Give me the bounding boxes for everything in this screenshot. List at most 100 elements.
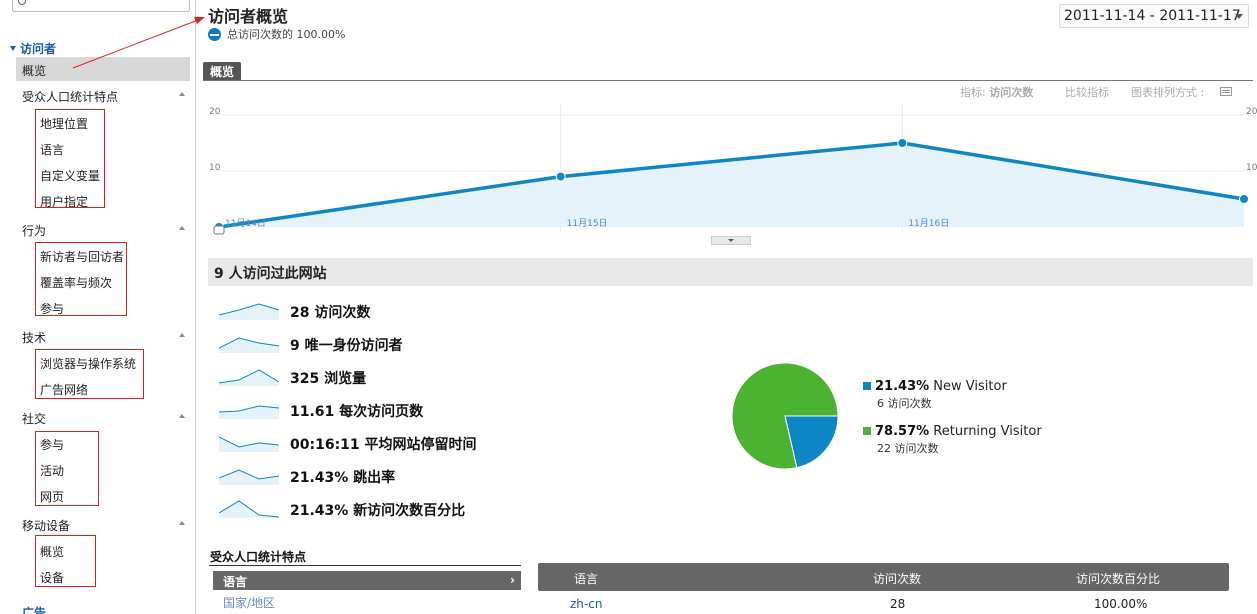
column-header-language[interactable]: 语言 (574, 570, 598, 587)
sidebar-group-demographics[interactable]: 受众人口统计特点 (22, 88, 118, 105)
sparkline (219, 436, 280, 452)
legend-swatch (863, 382, 871, 390)
metric-label: 浏览量 (319, 371, 367, 387)
metric-label: 访问次数 (309, 305, 371, 321)
sidebar-group-behavior[interactable]: 行为 (22, 222, 46, 239)
app-root: 访问者 概览 受众人口统计特点 地理位置 语言 自定义变量 用户指定 行为 新访… (0, 0, 1257, 614)
legend-returning-visitor: 78.57% Returning Visitor 22 访问次数 (863, 424, 1042, 456)
metric-value: 28 访问次数 (290, 302, 370, 322)
sparkline (219, 469, 280, 485)
chart-point[interactable] (897, 138, 908, 148)
chart-collapse-handle[interactable] (711, 236, 751, 245)
metric-value: 00:16:11 平均网站停留时间 (290, 434, 477, 454)
sidebar-item-activity[interactable]: 活动 (40, 462, 64, 479)
demographics-item-label: 语言 (223, 575, 248, 589)
metric-number: 21.43% (290, 470, 349, 486)
sidebar-item-social-engagement[interactable]: 参与 (40, 436, 64, 453)
sparkline (219, 405, 280, 419)
x-tick-label: 11月15日 (567, 218, 608, 229)
metric-value: 9 唯一身份访问者 (290, 335, 403, 355)
legend-pct: 78.57% (875, 424, 930, 439)
chevron-up-icon[interactable] (179, 90, 186, 97)
sidebar-item-new-vs-returning[interactable]: 新访者与回访者 (40, 248, 124, 265)
sidebar-item-browser-os[interactable]: 浏览器与操作系统 (40, 355, 136, 372)
sparkline (219, 303, 280, 320)
metric-value: 21.43% 新访问次数百分比 (290, 500, 465, 520)
chevron-right-icon: › (510, 573, 515, 587)
visits-line-chart: 10 10 20 20 11月14日 11月15日 11月16日 (209, 104, 1257, 235)
metric-label: 每次访问页数 (334, 404, 424, 420)
legend-visits: 22 访问次数 (877, 442, 939, 455)
legend-label: Returning Visitor (933, 424, 1042, 439)
legend-label: New Visitor (933, 379, 1007, 394)
sidebar-item-language[interactable]: 语言 (40, 141, 64, 158)
sidebar-item-network[interactable]: 广告网络 (40, 381, 88, 398)
sidebar-group-social[interactable]: 社交 (22, 410, 46, 427)
chevron-up-icon[interactable] (179, 519, 186, 526)
sidebar-group-mobile[interactable]: 移动设备 (22, 517, 70, 534)
legend-visits: 6 访问次数 (877, 397, 932, 410)
x-tick-label: 11月16日 (908, 218, 949, 229)
main-content: 访问者概览 总访问次数的 100.00% 2011-11-14 - 2011-1… (197, 0, 1257, 614)
y-tick-label-right: 20 (1246, 107, 1257, 117)
visitors-banner: 9 人访问过此网站 (208, 258, 1253, 286)
sidebar-group-technology[interactable]: 技术 (22, 329, 46, 346)
sidebar-item-devices[interactable]: 设备 (40, 569, 64, 586)
legend-swatch (863, 427, 871, 435)
metric-number: 325 (290, 371, 320, 387)
table-cell-visits: 28 (890, 597, 906, 611)
metric-number: 11.61 (290, 404, 335, 420)
metric-label: 唯一身份访问者 (299, 338, 403, 354)
chart-area-fill (219, 143, 1244, 227)
sidebar-item-frequency[interactable]: 覆盖率与频次 (40, 274, 112, 291)
column-header-visits[interactable]: 访问次数 (873, 570, 921, 587)
sparkline-fill (219, 501, 279, 518)
sidebar-search-input[interactable] (12, 0, 190, 12)
sparkline-fill (219, 370, 279, 386)
metric-value: 11.61 每次访问页数 (290, 401, 423, 421)
search-icon (18, 0, 26, 5)
legend-new-visitor: 21.43% New Visitor 6 访问次数 (863, 379, 1007, 411)
metric-value: 21.43% 跳出率 (290, 467, 395, 487)
table-cell-visit-pct: 100.00% (1094, 597, 1148, 611)
metric-number: 21.43% (290, 503, 349, 519)
chevron-up-icon[interactable] (179, 412, 186, 419)
sparkline-fill (219, 406, 279, 419)
metric-number: 28 (290, 305, 310, 321)
demographics-item-language[interactable]: 语言 › (213, 571, 521, 590)
sidebar-group-ads[interactable]: 广告 (22, 604, 46, 614)
chevron-up-icon[interactable] (179, 331, 186, 338)
demographics-item-country[interactable]: 国家/地区 (223, 594, 275, 611)
sidebar-item-overview[interactable]: 概览 (16, 57, 190, 81)
metric-label: 新访问次数百分比 (348, 503, 466, 519)
chevron-up-icon[interactable] (179, 224, 186, 231)
metric-label: 跳出率 (348, 470, 396, 486)
metric-value: 325 浏览量 (290, 368, 366, 388)
sparkline (219, 337, 280, 353)
column-header-visit-pct[interactable]: 访问次数百分比 (1076, 570, 1160, 587)
chart-point[interactable] (1239, 194, 1249, 204)
demographics-heading: 受众人口统计特点 (210, 550, 307, 564)
table-header: 语言 访问次数 访问次数百分比 (538, 563, 1229, 591)
sidebar-item-custom-variables[interactable]: 自定义变量 (40, 167, 100, 184)
legend-pct: 21.43% (875, 379, 930, 394)
sidebar-item-user-defined[interactable]: 用户指定 (40, 193, 88, 210)
sidebar-item-engagement[interactable]: 参与 (40, 300, 64, 317)
sidebar-item-location[interactable]: 地理位置 (40, 115, 88, 132)
sparkline (219, 369, 280, 386)
sidebar-item-pages[interactable]: 网页 (40, 488, 64, 505)
annotation-icon[interactable] (213, 225, 225, 235)
x-tick-label: 11月14日 (225, 218, 266, 229)
metric-number: 9 (290, 338, 300, 354)
demographics-divider (209, 565, 521, 566)
sidebar-item-mobile-overview[interactable]: 概览 (40, 543, 64, 560)
sparkline-fill (219, 304, 279, 320)
chart-point[interactable] (555, 171, 566, 182)
y-tick-label-left: 10 (209, 163, 221, 173)
sidebar-section-title[interactable]: 访问者 (10, 40, 56, 57)
visitor-type-pie (731, 362, 839, 470)
metric-label: 平均网站停留时间 (359, 437, 477, 453)
table-cell-language[interactable]: zh-cn (570, 597, 602, 611)
y-tick-label-right: 10 (1246, 163, 1257, 173)
metric-number: 00:16:11 (290, 437, 360, 453)
